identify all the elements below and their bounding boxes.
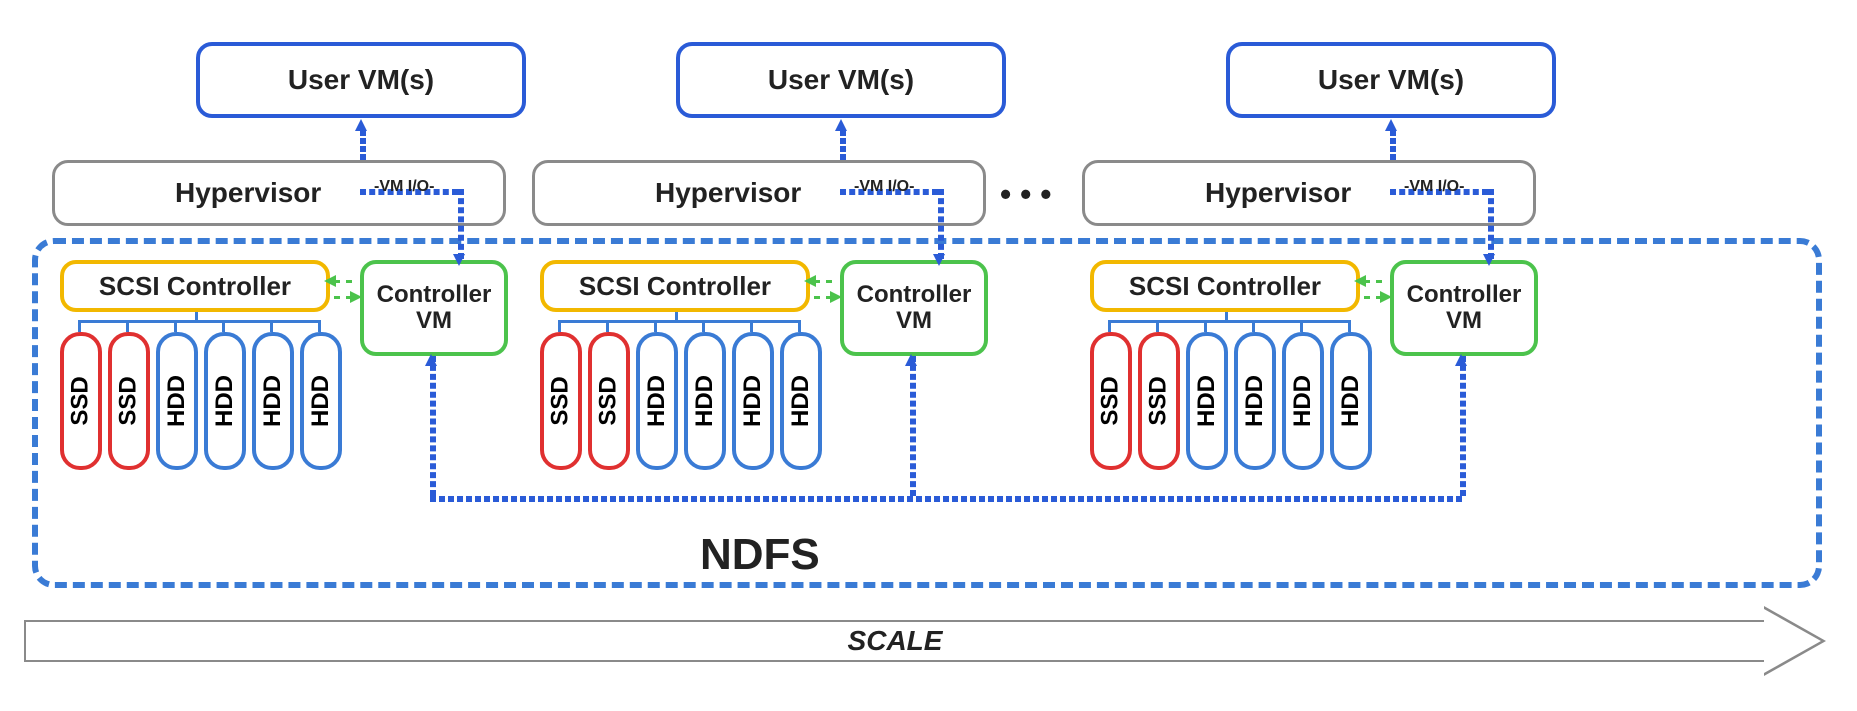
scsi-bus-line [1108,320,1350,323]
drive-hdd: HDD [252,332,294,470]
arrow-up-icon [905,354,917,366]
drive-hdd: HDD [780,332,822,470]
scsi-controller-block-1: SCSI Controller [60,260,330,312]
hypervisor-label: Hypervisor [175,177,321,209]
user-vm-block-3: User VM(s) [1226,42,1556,118]
connector-green [334,280,352,283]
connector [360,130,366,160]
arrow-right-icon [1764,609,1821,673]
connector [840,130,846,160]
controller-vm-block-3: Controller VM [1390,260,1538,356]
scsi-bus-line [78,320,320,323]
scsi-bus-line [606,320,609,332]
ndfs-link [910,356,916,496]
scsi-bus-line [702,320,705,332]
scsi-bus-line [222,320,225,332]
scsi-controller-block-3: SCSI Controller [1090,260,1360,312]
drive-ssd: SSD [1138,332,1180,470]
scsi-bus-line [270,320,273,332]
scsi-bus-line [558,320,561,332]
arrow-up-icon [1455,354,1467,366]
connector [458,189,464,259]
arrow-right-green-icon [1380,291,1392,303]
scsi-bus-line [1348,320,1351,332]
connector-green [1364,280,1382,283]
ndfs-label: NDFS [700,530,820,580]
arrow-right-green-icon [830,291,842,303]
drive-hdd: HDD [1234,332,1276,470]
drive-ssd: SSD [540,332,582,470]
drive-hdd: HDD [204,332,246,470]
drive-hdd: HDD [156,332,198,470]
drive-ssd: SSD [60,332,102,470]
arrow-down-icon [453,254,465,266]
scsi-bus-line [126,320,129,332]
arrow-right-green-icon [350,291,362,303]
scsi-bus-line [675,312,678,320]
scsi-bus-line [174,320,177,332]
scsi-bus-line [798,320,801,332]
scsi-bus-line [1300,320,1303,332]
scsi-bus-line [750,320,753,332]
ndfs-link [430,356,436,496]
drive-hdd: HDD [684,332,726,470]
vmio-label: -VM I/O- [374,178,434,196]
scsi-bus-line [1225,312,1228,320]
scale-label: SCALE [24,620,1764,662]
drive-ssd: SSD [1090,332,1132,470]
scsi-bus-line [558,320,800,323]
scsi-bus-line [1204,320,1207,332]
drive-ssd: SSD [588,332,630,470]
arrow-left-green-icon [804,275,816,287]
drive-row-3: SSD SSD HDD HDD HDD HDD [1090,332,1372,470]
drive-row-2: SSD SSD HDD HDD HDD HDD [540,332,822,470]
controller-vm-block-1: Controller VM [360,260,508,356]
arrow-down-icon [1483,254,1495,266]
ndfs-link [1460,356,1466,496]
scsi-bus-line [1252,320,1255,332]
vmio-label: -VM I/O- [1404,178,1464,196]
scsi-controller-block-2: SCSI Controller [540,260,810,312]
ellipsis-icon: • • • [1000,176,1051,213]
drive-hdd: HDD [1282,332,1324,470]
controller-vm-block-2: Controller VM [840,260,988,356]
hypervisor-label: Hypervisor [655,177,801,209]
drive-hdd: HDD [732,332,774,470]
user-vm-block-2: User VM(s) [676,42,1006,118]
drive-row-1: SSD SSD HDD HDD HDD HDD [60,332,342,470]
arrow-down-icon [933,254,945,266]
scale-arrow: SCALE [24,606,1832,676]
vmio-label: -VM I/O- [854,178,914,196]
hypervisor-label: Hypervisor [1205,177,1351,209]
arrow-left-green-icon [324,275,336,287]
diagram-root: User VM(s) Hypervisor SCSI Controller Co… [20,20,1837,691]
scsi-bus-line [1156,320,1159,332]
drive-hdd: HDD [1186,332,1228,470]
drive-hdd: HDD [636,332,678,470]
connector [1390,130,1396,160]
drive-hdd: HDD [1330,332,1372,470]
user-vm-block-1: User VM(s) [196,42,526,118]
ndfs-link [430,496,1462,502]
connector [1488,189,1494,259]
drive-ssd: SSD [108,332,150,470]
scsi-bus-line [654,320,657,332]
connector [938,189,944,259]
scsi-bus-line [1108,320,1111,332]
scsi-bus-line [318,320,321,332]
arrow-left-green-icon [1354,275,1366,287]
scsi-bus-line [195,312,198,320]
scsi-bus-line [78,320,81,332]
drive-hdd: HDD [300,332,342,470]
connector-green [814,280,832,283]
arrow-up-icon [425,354,437,366]
